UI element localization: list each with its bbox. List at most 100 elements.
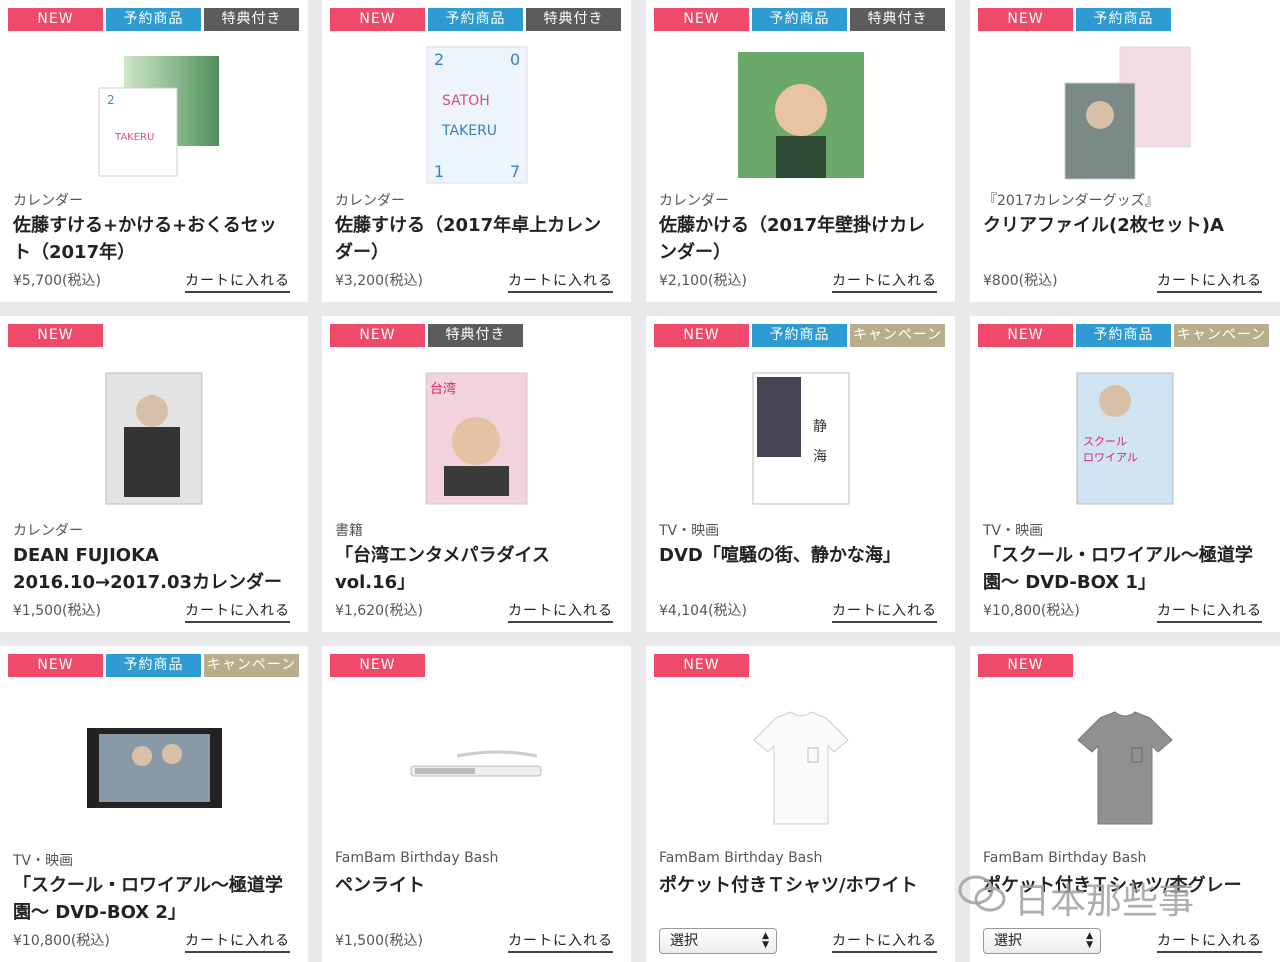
product-price: ¥1,500(税込) xyxy=(335,933,423,949)
product-grid: NEW 予約商品 特典付き 2 TAKERU カレンダー 佐藤すける+かける+おくるセット（… xyxy=(0,0,1280,962)
camp-badge: キャンペーン xyxy=(1174,324,1269,347)
badge-group: NEW xyxy=(330,654,425,677)
product-title[interactable]: 佐藤かける（2017年壁掛けカレンダー） xyxy=(659,212,940,266)
size-select[interactable]: 選択 ▲ ▼ xyxy=(659,928,777,954)
bonus-badge: 特典付き xyxy=(526,8,621,31)
add-to-cart-button[interactable]: カートに入れる xyxy=(832,930,937,953)
add-to-cart-button[interactable]: カートに入れる xyxy=(832,600,937,623)
product-card[interactable]: NEW 予約商品 特典付き 2 TAKERU カレンダー 佐藤すける+かける+おくるセット（… xyxy=(0,0,308,302)
product-price: ¥5,700(税込) xyxy=(13,273,101,289)
product-image[interactable]: 台湾 xyxy=(322,363,631,513)
bonus-badge: 特典付き xyxy=(428,324,523,347)
product-image[interactable]: 2 TAKERU xyxy=(0,40,308,190)
product-card[interactable]: NEW 予約商品 特典付き 2 0 SATOH TAKERU 1 7 カレンダー 佐藤すける（201… xyxy=(322,0,631,302)
new-badge: NEW xyxy=(978,654,1073,677)
product-title[interactable]: ペンライト xyxy=(335,872,616,899)
product-category: カレンダー xyxy=(13,523,83,539)
product-card[interactable]: NEW 特典付き 台湾 書籍 「台湾エンタメパラダイスvol.16」 ¥1,620(税込)… xyxy=(322,316,631,632)
new-badge: NEW xyxy=(654,654,749,677)
product-card[interactable]: NEW FamBam Birthday Bash ペンライト ¥1,500(税込) カー… xyxy=(322,646,631,962)
badge-group: NEW 予約商品 特典付き xyxy=(330,8,621,31)
product-card[interactable]: NEW 予約商品『2017カレンダーグッズ』クリアファイル(2枚セット)A ¥800… xyxy=(970,0,1280,302)
size-select-label: 選択 xyxy=(994,933,1022,949)
add-to-cart-button[interactable]: カートに入れる xyxy=(832,270,937,293)
new-badge: NEW xyxy=(654,8,749,31)
product-image[interactable] xyxy=(646,693,955,843)
product-price: ¥10,800(税込) xyxy=(983,603,1080,619)
product-title[interactable]: DVD「喧騒の街、静かな海」 xyxy=(659,542,940,569)
badge-group: NEW 予約商品 xyxy=(978,8,1171,31)
new-badge: NEW xyxy=(978,324,1073,347)
product-image[interactable]: 静海 xyxy=(646,363,955,513)
product-category: 書籍 xyxy=(335,523,363,539)
product-image[interactable] xyxy=(970,40,1280,190)
wechat-icon xyxy=(958,874,1006,923)
svg-text:2: 2 xyxy=(107,93,115,107)
new-badge: NEW xyxy=(8,8,103,31)
product-image[interactable] xyxy=(0,693,308,843)
product-title[interactable]: 「スクール・ロワイアル〜極道学園〜 DVD-BOX 1」 xyxy=(983,542,1265,596)
pre-badge: 予約商品 xyxy=(106,8,201,31)
add-to-cart-button[interactable]: カートに入れる xyxy=(1157,270,1262,293)
badge-group: NEW 予約商品 キャンペーン xyxy=(8,654,299,677)
product-price: ¥1,500(税込) xyxy=(13,603,101,619)
add-to-cart-button[interactable]: カートに入れる xyxy=(185,930,290,953)
product-title[interactable]: ポケット付きＴシャツ/ホワイト xyxy=(659,872,940,899)
product-title[interactable]: クリアファイル(2枚セット)A xyxy=(983,212,1265,239)
svg-text:台湾: 台湾 xyxy=(430,381,456,397)
product-card[interactable]: NEW カレンダー DEAN FUJIOKA 2016.10→2017.03カレンダ… xyxy=(0,316,308,632)
svg-text:7: 7 xyxy=(510,162,520,181)
watermark: 日本那些事 xyxy=(958,872,1194,924)
add-to-cart-button[interactable]: カートに入れる xyxy=(185,600,290,623)
product-card[interactable]: NEW 予約商品 キャンペーン静海 TV・映画 DVD「喧騒の街、静かな海」 ¥4,104… xyxy=(646,316,955,632)
product-card[interactable]: NEW 予約商品 特典付きカレンダー佐藤かける（2017年壁掛けカレンダー） ¥2,1… xyxy=(646,0,955,302)
product-image[interactable] xyxy=(0,363,308,513)
new-badge: NEW xyxy=(654,324,749,347)
product-category: FamBam Birthday Bash xyxy=(983,850,1147,866)
add-to-cart-button[interactable]: カートに入れる xyxy=(508,930,613,953)
updown-arrows-icon: ▲ ▼ xyxy=(762,931,769,950)
svg-text:SATOH: SATOH xyxy=(442,93,490,109)
product-title[interactable]: 「スクール・ロワイアル〜極道学園〜 DVD-BOX 2」 xyxy=(13,872,293,926)
pre-badge: 予約商品 xyxy=(752,324,847,347)
size-select-label: 選択 xyxy=(670,933,698,949)
product-image[interactable]: スクール ロワイアル xyxy=(970,363,1280,513)
product-card[interactable]: NEW FamBam Birthday Bash ポケット付きＴシャツ/ホワイト 選択… xyxy=(646,646,955,962)
product-price: ¥800(税込) xyxy=(983,273,1058,289)
product-title[interactable]: 「台湾エンタメパラダイスvol.16」 xyxy=(335,542,616,596)
product-category: 『2017カレンダーグッズ』 xyxy=(983,193,1159,209)
product-image[interactable]: 2 0 SATOH TAKERU 1 7 xyxy=(322,40,631,190)
size-select[interactable]: 選択 ▲ ▼ xyxy=(983,928,1101,954)
badge-group: NEW 特典付き xyxy=(330,324,523,347)
add-to-cart-button[interactable]: カートに入れる xyxy=(185,270,290,293)
camp-badge: キャンペーン xyxy=(850,324,945,347)
add-to-cart-button[interactable]: カートに入れる xyxy=(1157,930,1262,953)
pre-badge: 予約商品 xyxy=(752,8,847,31)
product-image[interactable] xyxy=(322,693,631,843)
product-image[interactable] xyxy=(646,40,955,190)
product-image[interactable] xyxy=(970,693,1280,843)
pre-badge: 予約商品 xyxy=(1076,8,1171,31)
product-price: ¥2,100(税込) xyxy=(659,273,747,289)
svg-text:2: 2 xyxy=(434,50,444,69)
product-title[interactable]: 佐藤すける+かける+おくるセット（2017年） xyxy=(13,212,293,266)
product-title[interactable]: DEAN FUJIOKA 2016.10→2017.03カレンダー xyxy=(13,542,293,596)
product-category: カレンダー xyxy=(659,193,729,209)
svg-text:TAKERU: TAKERU xyxy=(114,132,154,143)
product-title[interactable]: 佐藤すける（2017年卓上カレンダー） xyxy=(335,212,616,266)
svg-text:1: 1 xyxy=(434,162,444,181)
product-card[interactable]: NEW 予約商品 キャンペーン スクール ロワイアル TV・映画 「スクール・ロワイアル〜極… xyxy=(970,316,1280,632)
bonus-badge: 特典付き xyxy=(204,8,299,31)
badge-group: NEW 予約商品 特典付き xyxy=(654,8,945,31)
badge-group: NEW xyxy=(654,654,749,677)
svg-text:TAKERU: TAKERU xyxy=(441,123,497,139)
add-to-cart-button[interactable]: カートに入れる xyxy=(1157,600,1262,623)
badge-group: NEW 予約商品 キャンペーン xyxy=(654,324,945,347)
product-price: ¥10,800(税込) xyxy=(13,933,110,949)
camp-badge: キャンペーン xyxy=(204,654,299,677)
product-category: FamBam Birthday Bash xyxy=(335,850,499,866)
new-badge: NEW xyxy=(330,8,425,31)
add-to-cart-button[interactable]: カートに入れる xyxy=(508,270,613,293)
add-to-cart-button[interactable]: カートに入れる xyxy=(508,600,613,623)
product-card[interactable]: NEW 予約商品 キャンペーン TV・映画 「スクール・ロワイアル〜極道学園〜 DVD-… xyxy=(0,646,308,962)
